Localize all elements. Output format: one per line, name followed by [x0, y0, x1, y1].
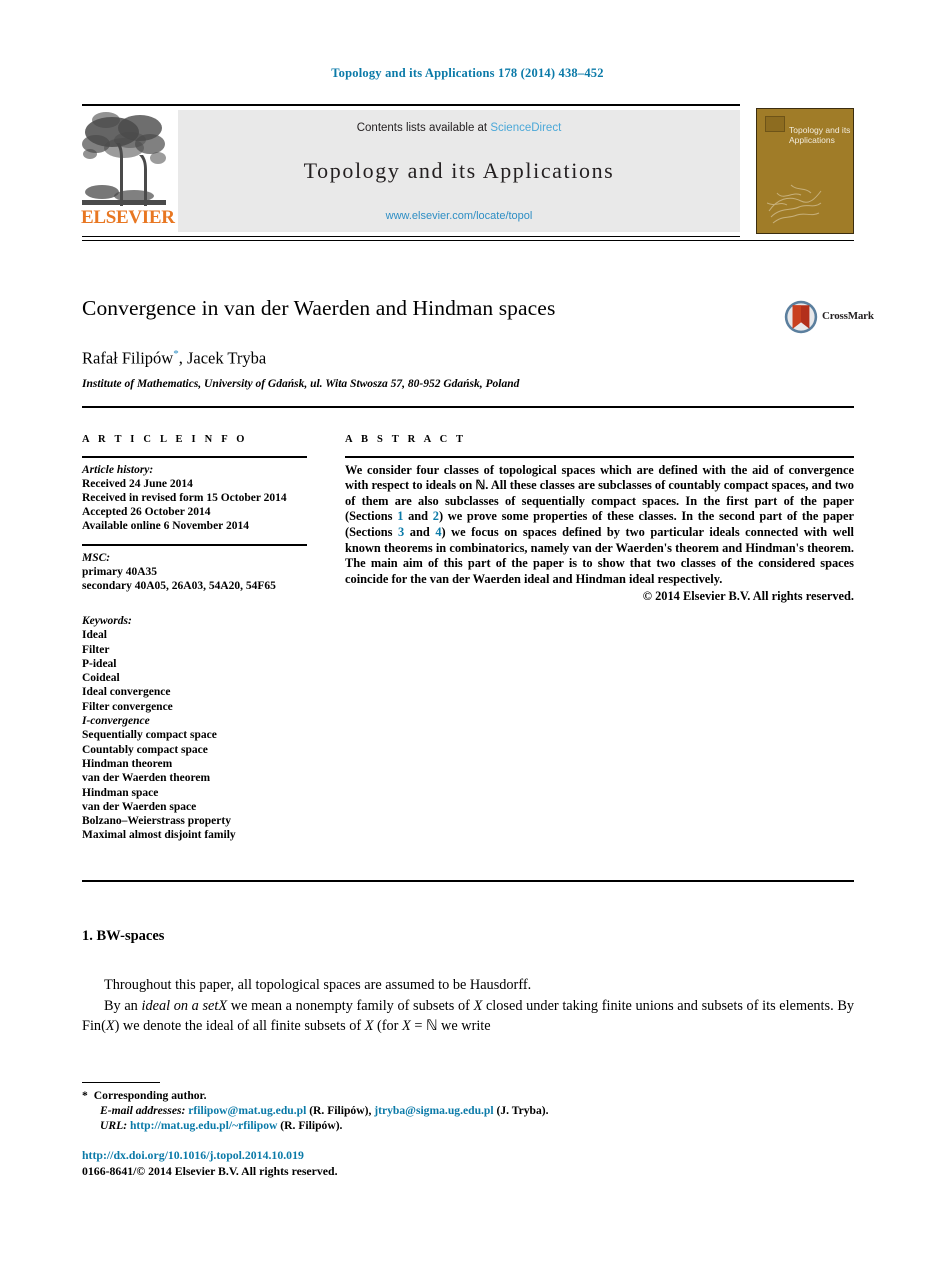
url-owner: (R. Filipów). — [277, 1119, 343, 1133]
email-line: E-mail addresses: rfilipow@mat.ug.edu.pl… — [82, 1103, 782, 1118]
msc-block: MSC: primary 40A35 secondary 40A05, 26A0… — [82, 551, 307, 593]
footnote-block: * Corresponding author. E-mail addresses:… — [82, 1088, 782, 1134]
info-rule-1 — [82, 456, 307, 458]
keyword-item: Sequentially compact space — [82, 729, 217, 742]
article-info-heading: A R T I C L E I N F O — [82, 434, 248, 445]
keyword-item: Countably compact space — [82, 743, 208, 756]
keyword-item: P-ideal — [82, 657, 117, 670]
history-item: Accepted 26 October 2014 — [82, 505, 211, 518]
affiliation-separator-rule — [82, 406, 854, 409]
abstract-conj-1: and — [403, 509, 433, 524]
para2-var-3: X — [105, 1018, 115, 1034]
para2-var-2: X — [473, 997, 483, 1014]
article-page: Topology and its Applications 178 (2014)… — [0, 0, 935, 1266]
body-paragraph-1: Throughout this paper, all topological s… — [104, 977, 532, 993]
footer-block: http://dx.doi.org/10.1016/j.topol.2014.1… — [82, 1148, 782, 1179]
para2-ideal-term: ideal on a set — [141, 997, 219, 1014]
para2-seg-e: (for — [373, 1018, 403, 1034]
keyword-item: Coideal — [82, 672, 120, 685]
elsevier-logo: ELSEVIER — [81, 110, 175, 232]
section-heading-1: 1. BW-spaces — [82, 928, 165, 944]
author-primary: Rafał Filipów — [82, 348, 174, 368]
info-rule-2 — [82, 544, 307, 546]
abstract-heading: A B S T R A C T — [345, 434, 467, 445]
keyword-item: van der Waerden theorem — [82, 772, 211, 785]
elsevier-tree-icon — [82, 112, 166, 206]
para2-seg-f: = ℕ we write — [410, 1018, 491, 1034]
sciencedirect-link[interactable]: ScienceDirect — [490, 122, 561, 134]
keyword-item: Ideal convergence — [82, 686, 171, 699]
url-link[interactable]: http://mat.ug.edu.pl/~rfilipow — [130, 1119, 277, 1132]
keyword-item: Filter — [82, 643, 110, 656]
abstract-copyright: © 2014 Elsevier B.V. All rights reserved… — [642, 589, 854, 604]
url-label: URL: — [100, 1119, 128, 1133]
elsevier-wordmark: ELSEVIER — [81, 207, 175, 228]
journal-homepage-link[interactable]: www.elsevier.com/locate/topol — [178, 210, 740, 222]
article-history-block: Article history: Received 24 June 2014 R… — [82, 463, 307, 533]
sciencedirect-banner: Contents lists available at ScienceDirec… — [178, 110, 740, 232]
issn-copyright-line: 0166-8641/© 2014 Elsevier B.V. All right… — [82, 1163, 338, 1178]
email-label: E-mail addresses: — [100, 1104, 186, 1118]
crossmark-icon — [784, 300, 818, 334]
history-item: Received 24 June 2014 — [82, 477, 193, 490]
corresponding-author-note: * Corresponding author. — [82, 1088, 782, 1103]
body-text: Throughout this paper, all topological s… — [82, 975, 854, 1037]
keyword-item: Bolzano–Weierstrass property — [82, 815, 231, 828]
body-paragraph-2: By an ideal on a setX we mean a nonempty… — [82, 996, 854, 1037]
journal-title: Topology and its Applications — [303, 158, 615, 183]
page-title: Convergence in van der Waerden and Hindm… — [82, 296, 556, 320]
affiliation: Institute of Mathematics, University of … — [82, 378, 520, 390]
url-line: URL: http://mat.ug.edu.pl/~rfilipow (R. … — [82, 1118, 782, 1133]
keyword-item: van der Waerden space — [82, 800, 197, 813]
keyword-item: Hindman theorem — [82, 757, 173, 770]
abstract-text: We consider four classes of topological … — [345, 463, 854, 588]
para2-var-5: X — [402, 1018, 411, 1034]
article-info-column: A R T I C L E I N F O Article history: R… — [82, 434, 307, 843]
cover-artwork-icon — [767, 184, 822, 224]
info-block-bottom-rule — [82, 880, 854, 883]
cover-elsevier-mark-icon — [765, 116, 785, 132]
journal-masthead: ELSEVIER Contents lists available at Sci… — [81, 104, 854, 238]
keyword-item: Ideal — [82, 629, 107, 642]
para2-seg-d: ) we denote the ideal of all finite subs… — [114, 1018, 365, 1034]
contents-prefix: Contents lists available at — [356, 122, 491, 134]
crossmark-badge[interactable]: CrossMark — [784, 300, 874, 334]
email-owner-1: (R. Filipów), — [306, 1104, 375, 1118]
author-list: Rafał Filipów*, Jacek Tryba — [82, 348, 722, 369]
article-history-label: Article history: — [82, 463, 154, 476]
keyword-item: Hindman space — [82, 786, 159, 799]
masthead-bottom-rule — [82, 236, 740, 238]
para2-var-1: X — [218, 997, 228, 1014]
masthead-top-rule — [82, 104, 740, 107]
doi-link[interactable]: http://dx.doi.org/10.1016/j.topol.2014.1… — [82, 1148, 782, 1164]
keyword-item: Filter convergence — [82, 700, 173, 713]
para2-seg-b: we mean a nonempty family of subsets of — [227, 997, 474, 1014]
footnote-rule — [82, 1082, 160, 1084]
keywords-label: Keywords: — [82, 614, 132, 627]
contents-available-line: Contents lists available at ScienceDirec… — [178, 122, 740, 134]
email-link-2[interactable]: jtryba@sigma.ug.edu.pl — [374, 1104, 493, 1117]
keyword-item: I-convergence — [82, 715, 150, 728]
running-head: Topology and its Applications 178 (2014)… — [331, 66, 604, 80]
history-item: Received in revised form 15 October 2014 — [82, 491, 287, 504]
para2-seg-a: By an — [104, 997, 142, 1014]
abstract-conj-2: and — [404, 524, 436, 539]
email-owner-2: (J. Tryba). — [493, 1104, 549, 1118]
author-secondary: , Jacek Tryba — [178, 348, 267, 368]
footnote-star-marker: * — [82, 1089, 88, 1102]
cover-journal-title: Topology and its Applications — [789, 125, 851, 145]
msc-item: secondary 40A05, 26A03, 54A20, 54F65 — [82, 579, 276, 592]
keywords-block: Keywords: Ideal Filter P-ideal Coideal I… — [82, 614, 307, 843]
journal-cover-thumbnail: Topology and its Applications — [756, 108, 854, 234]
crossmark-label: CrossMark — [822, 310, 874, 322]
header-separator-rule — [82, 240, 854, 242]
msc-item: primary 40A35 — [82, 565, 158, 578]
msc-label: MSC: — [82, 551, 111, 564]
history-item: Available online 6 November 2014 — [82, 519, 249, 532]
corresponding-author-text: Corresponding author. — [93, 1089, 207, 1102]
email-link-1[interactable]: rfilipow@mat.ug.edu.pl — [188, 1104, 306, 1117]
keyword-item: Maximal almost disjoint family — [82, 829, 236, 842]
abstract-column: A B S T R A C T We consider four classes… — [345, 434, 854, 604]
abstract-rule — [345, 456, 854, 458]
